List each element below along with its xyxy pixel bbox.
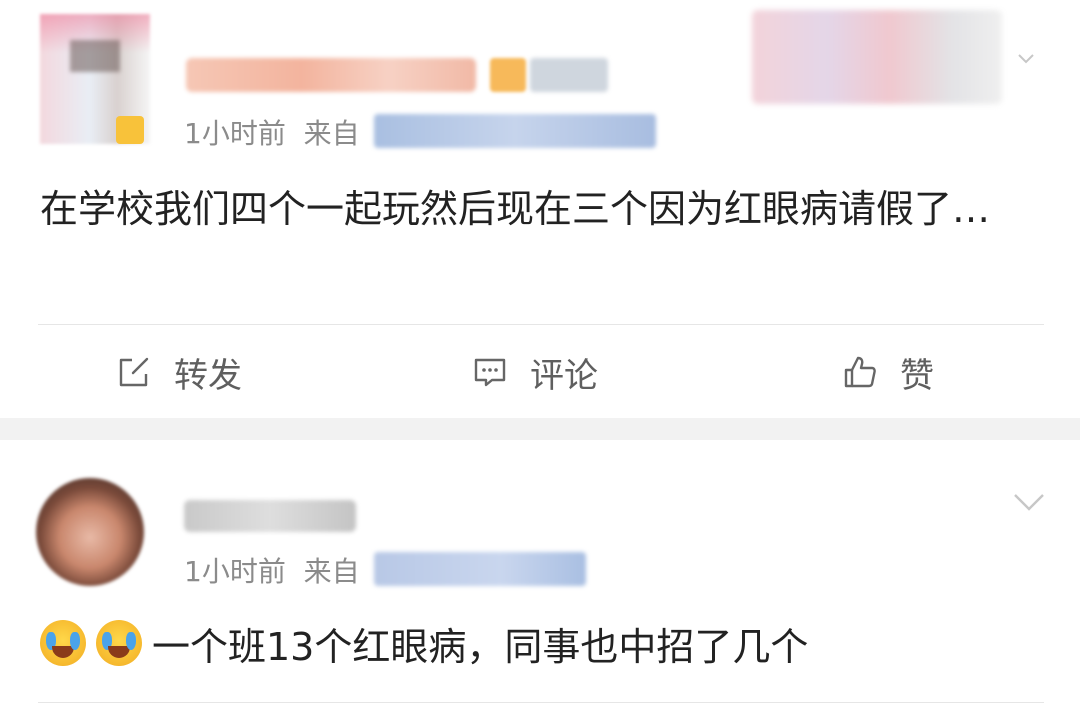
comment-bubble-icon [474, 358, 506, 387]
thumbs-up-icon [844, 356, 876, 388]
post-meta: 1小时前 来自 [184, 112, 360, 152]
chevron-down-icon[interactable] [1012, 490, 1046, 514]
username-blurred[interactable] [184, 500, 356, 532]
post-text: 在学校我们四个一起玩然后现在三个因为红眼病请假了… [40, 187, 991, 231]
chevron-down-icon[interactable] [1016, 48, 1036, 68]
post-text-row: 一个班13个红眼病，同事也中招了几个 [40, 612, 808, 674]
avatar[interactable] [36, 478, 144, 586]
comment-label: 评论 [530, 355, 598, 396]
source-device-blurred[interactable] [374, 114, 656, 148]
repost-button[interactable]: 转发 [116, 344, 242, 400]
member-badge-blurred [530, 58, 608, 92]
repost-label: 转发 [174, 355, 242, 396]
post-time: 1小时前 [184, 117, 286, 150]
source-label: 来自 [303, 117, 360, 150]
edit-share-icon [119, 357, 149, 387]
post-card-1: 1小时前 来自 在学校我们四个一起玩然后现在三个因为红眼病请假了… 转发 评论 … [0, 0, 1080, 418]
post-separator [0, 418, 1080, 440]
source-device-blurred[interactable] [374, 552, 586, 586]
like-label: 赞 [900, 355, 934, 396]
comment-button[interactable]: 评论 [472, 344, 598, 400]
source-label: 来自 [303, 555, 360, 588]
divider [38, 702, 1044, 703]
like-button[interactable]: 赞 [842, 344, 934, 400]
avatar-detail [70, 40, 120, 72]
crying-laughing-emoji-icon [40, 620, 86, 666]
level-badge-icon [490, 58, 526, 92]
decorative-card-skin [752, 10, 1002, 104]
post-time: 1小时前 [184, 555, 286, 588]
verified-badge-icon [116, 116, 144, 144]
post-text: 一个班13个红眼病，同事也中招了几个 [152, 624, 809, 669]
crying-laughing-emoji-icon [96, 620, 142, 666]
divider [38, 324, 1044, 325]
post-meta: 1小时前 来自 [184, 550, 360, 590]
username-blurred[interactable] [186, 58, 476, 92]
